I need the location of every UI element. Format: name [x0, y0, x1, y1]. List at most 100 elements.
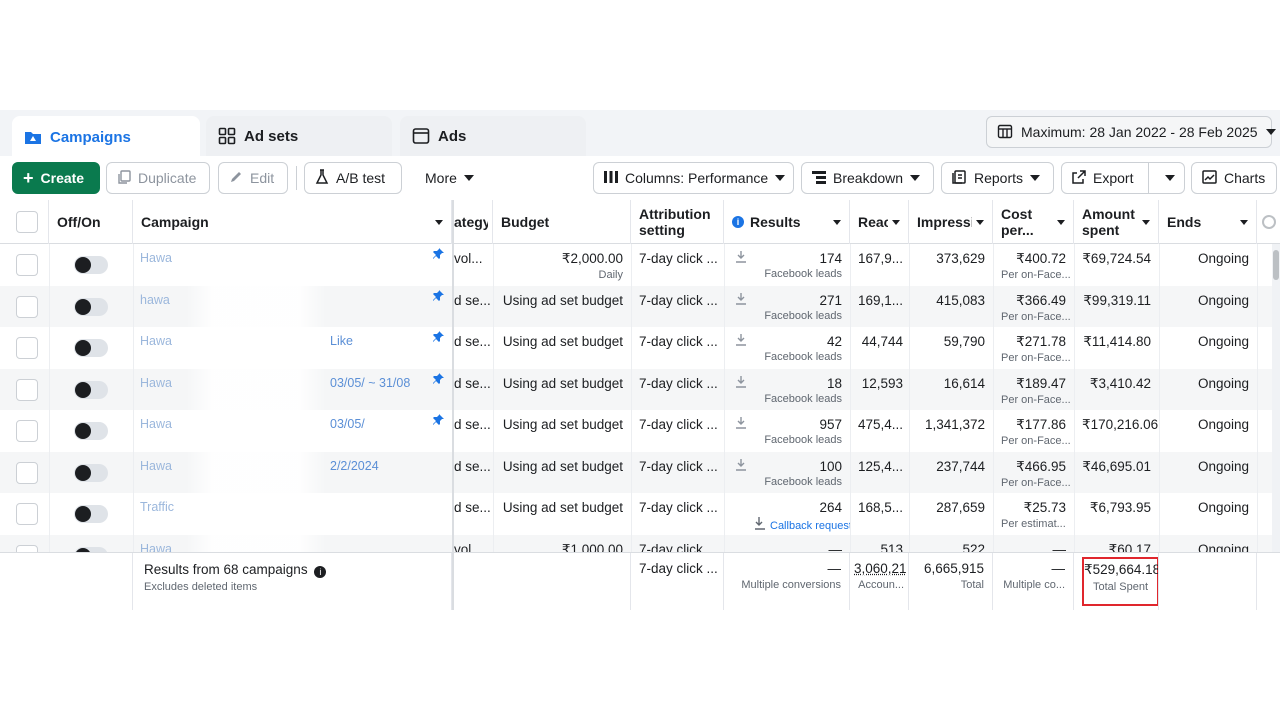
- table-row[interactable]: Hawa 2/2/2024 d se... Using ad set budge…: [0, 451, 1280, 494]
- budget-cell[interactable]: ₹2,000.00 Daily: [493, 244, 631, 286]
- campaign-name-cell[interactable]: Hawa 03/05/: [134, 410, 452, 452]
- campaign-toggle[interactable]: [74, 297, 108, 316]
- column-header-ends[interactable]: Ends: [1159, 200, 1257, 244]
- column-header-budget[interactable]: Budget: [493, 200, 631, 244]
- totals-amount: ₹529,664.18: [1084, 562, 1159, 577]
- column-header-attribution[interactable]: Attribution setting: [631, 200, 724, 244]
- campaign-name-cell[interactable]: Traffic: [134, 493, 452, 535]
- pin-icon[interactable]: [432, 372, 444, 385]
- column-header-cost-per-result[interactable]: Cost per...: [993, 200, 1074, 244]
- campaign-toggle[interactable]: [74, 463, 108, 482]
- vertical-scrollbar[interactable]: [1272, 244, 1280, 552]
- table-row[interactable]: Hawa 03/05/ d se... Using ad set budget …: [0, 410, 1280, 452]
- totals-title: Results from 68 campaigns: [144, 562, 308, 577]
- pin-icon[interactable]: [432, 331, 444, 343]
- row-checkbox[interactable]: [16, 295, 38, 318]
- campaign-name-link[interactable]: Hawa: [140, 251, 172, 265]
- campaign-name-link[interactable]: Hawa: [140, 417, 172, 431]
- results-value: 42: [826, 334, 842, 349]
- column-header-campaign[interactable]: Campaign: [133, 200, 452, 244]
- pin-icon[interactable]: [432, 248, 444, 260]
- column-header-bid-strategy[interactable]: ategy: [454, 200, 493, 244]
- campaign-name-cell[interactable]: hawa: [134, 285, 452, 327]
- campaign-name-cell[interactable]: Hawa: [134, 244, 452, 286]
- export-button[interactable]: Export: [1061, 162, 1185, 194]
- cost-value: ₹189.47: [1016, 375, 1066, 391]
- campaign-toggle[interactable]: [74, 256, 108, 274]
- table-row[interactable]: Hawa vol... ₹2,000.00 Daily 7-day click .…: [0, 244, 1280, 286]
- campaign-name-cell[interactable]: Hawa Like: [134, 327, 452, 369]
- tab-ads[interactable]: Ads: [400, 116, 586, 156]
- tab-ad-sets[interactable]: Ad sets: [206, 116, 392, 156]
- table-row[interactable]: Hawa 03/05/ ~ 31/08 d se... Using ad set…: [0, 368, 1280, 411]
- columns-label: Columns: Performance: [625, 170, 769, 186]
- campaign-name-link[interactable]: hawa: [140, 293, 170, 307]
- budget-cell[interactable]: Using ad set budget: [493, 452, 631, 494]
- campaign-name-link[interactable]: Hawa: [140, 376, 172, 390]
- table-row[interactable]: Hawa Like d se... Using ad set budget 7-…: [0, 327, 1280, 369]
- download-icon: [736, 417, 746, 429]
- row-checkbox[interactable]: [16, 337, 38, 359]
- duplicate-button[interactable]: Duplicate: [106, 162, 210, 194]
- charts-button[interactable]: Charts: [1191, 162, 1277, 194]
- campaign-toggle[interactable]: [74, 380, 108, 399]
- budget-cell[interactable]: Using ad set budget: [493, 369, 631, 411]
- column-header-reach[interactable]: Reac: [850, 200, 909, 244]
- budget-cell[interactable]: Using ad set budget: [493, 410, 631, 452]
- select-all-cell: [0, 200, 49, 244]
- row-checkbox[interactable]: [16, 254, 38, 276]
- export-dropdown[interactable]: [1156, 175, 1184, 181]
- budget-cell[interactable]: Using ad set budget: [493, 286, 631, 328]
- breakdown-button[interactable]: Breakdown: [801, 162, 934, 194]
- campaign-name-suffix[interactable]: 03/05/ ~ 31/08: [330, 376, 410, 390]
- pin-icon[interactable]: [432, 289, 444, 302]
- attribution-cell: 7-day click ...: [631, 493, 724, 535]
- more-button[interactable]: More: [414, 162, 486, 194]
- row-checkbox[interactable]: [16, 461, 38, 484]
- info-icon[interactable]: i: [314, 566, 327, 578]
- table-row[interactable]: hawa d se... Using ad set budget 7-day c…: [0, 285, 1280, 328]
- campaign-toggle[interactable]: [74, 339, 108, 357]
- info-icon[interactable]: i: [732, 216, 744, 228]
- column-header-results[interactable]: i Results: [724, 200, 850, 244]
- column-header-off-on[interactable]: Off/On: [49, 200, 133, 244]
- chevron-down-icon: [1165, 175, 1176, 181]
- scrollbar-thumb[interactable]: [1273, 250, 1279, 280]
- bid-strategy: d se...: [454, 500, 491, 515]
- add-column-icon[interactable]: [1262, 215, 1276, 229]
- campaign-toggle[interactable]: [74, 422, 108, 440]
- create-button[interactable]: + Create: [12, 162, 100, 194]
- campaign-name-cell[interactable]: Hawa 03/05/ ~ 31/08: [134, 368, 452, 410]
- bid-strategy-cell: d se...: [454, 369, 493, 411]
- table-header: Off/On Campaign ategy Budget Attribution…: [0, 200, 1280, 244]
- campaign-name-link[interactable]: Traffic: [140, 500, 174, 514]
- edit-button[interactable]: Edit: [218, 162, 288, 194]
- campaign-name-cell[interactable]: Hawa 2/2/2024: [134, 451, 452, 493]
- campaign-toggle[interactable]: [74, 505, 108, 523]
- budget-cell[interactable]: Using ad set budget: [493, 327, 631, 369]
- row-checkbox[interactable]: [16, 378, 38, 401]
- column-header-amount-spent[interactable]: Amount spent: [1074, 200, 1159, 244]
- table-row[interactable]: Traffic d se... Using ad set budget 7-da…: [0, 493, 1280, 535]
- campaign-name-link[interactable]: Hawa: [140, 459, 172, 473]
- campaign-name-link[interactable]: Hawa: [140, 334, 172, 348]
- columns-button[interactable]: Columns: Performance: [593, 162, 794, 194]
- row-checkbox[interactable]: [16, 503, 38, 525]
- cost-sub: Per on-Face...: [1001, 476, 1071, 489]
- column-header-impressions[interactable]: Impressi: [909, 200, 993, 244]
- tab-campaigns[interactable]: Campaigns: [12, 116, 200, 158]
- campaign-name-suffix[interactable]: 03/05/: [330, 417, 365, 431]
- budget-cell[interactable]: Using ad set budget: [493, 493, 631, 535]
- select-all-checkbox[interactable]: [16, 211, 38, 233]
- pin-icon[interactable]: [432, 414, 444, 426]
- row-checkbox[interactable]: [16, 420, 38, 442]
- date-range-picker[interactable]: Maximum: 28 Jan 2022 - 28 Feb 2025: [986, 116, 1276, 148]
- ab-test-button[interactable]: A/B test: [304, 162, 402, 194]
- total-spent-highlight: ₹529,664.18 Total Spent: [1082, 557, 1159, 606]
- reach-cell: 125,4...: [850, 452, 909, 494]
- impressions-cell: 16,614: [909, 369, 993, 411]
- reach-cell: 169,1...: [850, 286, 909, 328]
- reports-button[interactable]: Reports: [941, 162, 1054, 194]
- campaign-name-suffix[interactable]: Like: [330, 334, 353, 348]
- campaign-name-suffix[interactable]: 2/2/2024: [330, 459, 379, 473]
